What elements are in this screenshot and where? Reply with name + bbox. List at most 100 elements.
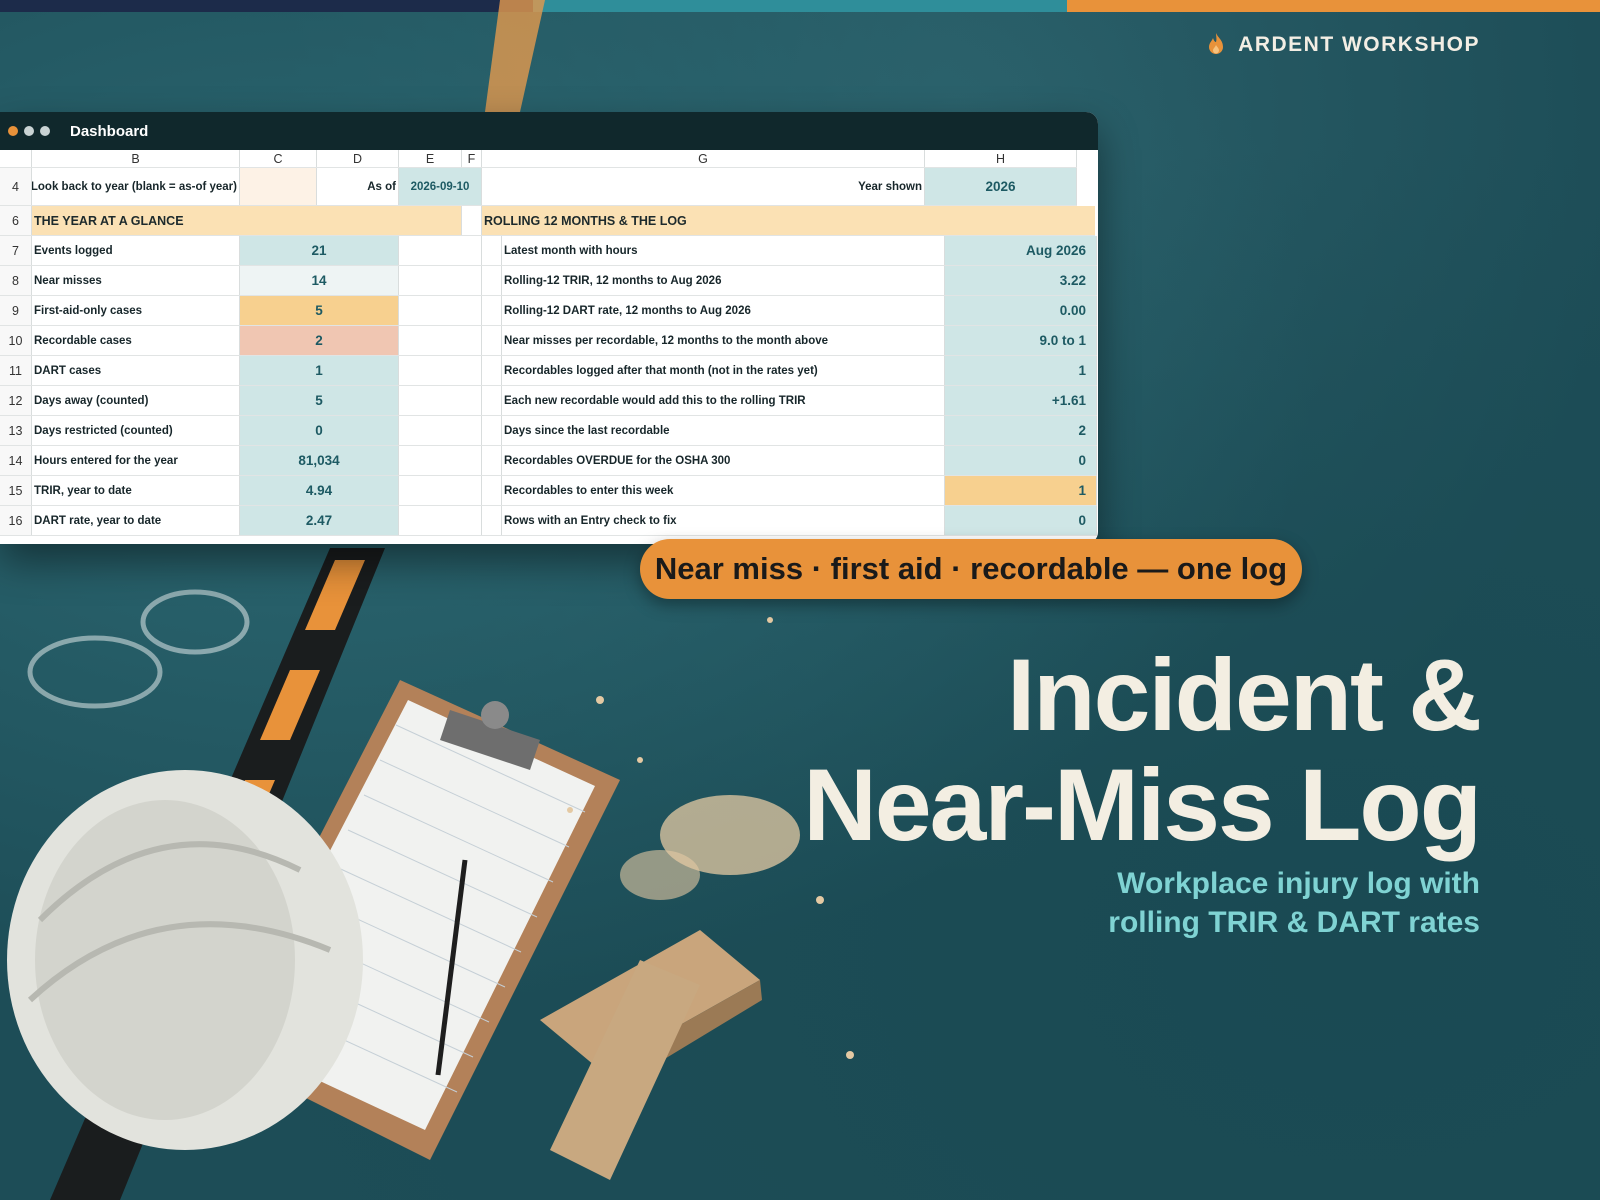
row-6: 6 THE YEAR AT A GLANCE ROLLING 12 MONTHS… xyxy=(0,206,1095,236)
window-titlebar[interactable]: Dashboard xyxy=(0,112,1098,150)
column-header-c[interactable]: C xyxy=(240,150,317,167)
metric-label: Hours entered for the year xyxy=(32,446,240,475)
empty-cell[interactable] xyxy=(399,506,482,535)
corner-cell[interactable] xyxy=(0,150,32,167)
section-rolling-12-months: ROLLING 12 MONTHS & THE LOG xyxy=(482,206,1095,235)
safety-glasses xyxy=(27,589,250,709)
year-shown-value[interactable]: 2026 xyxy=(925,168,1077,205)
rolling-metric-label: Recordables to enter this week xyxy=(502,476,945,505)
stripe-teal xyxy=(533,0,1067,12)
rolling-metric-label: Rolling-12 DART rate, 12 months to Aug 2… xyxy=(502,296,945,325)
lookback-year-input[interactable] xyxy=(240,168,317,205)
rolling-metric-label: Days since the last recordable xyxy=(502,416,945,445)
rolling-metric-value[interactable]: 1 xyxy=(945,476,1097,505)
row-number[interactable]: 16 xyxy=(0,506,32,535)
rolling-metric-label: Each new recordable would add this to th… xyxy=(502,386,945,415)
window-maximize-dot[interactable] xyxy=(40,126,50,136)
row-number[interactable]: 8 xyxy=(0,266,32,295)
metric-label: DART cases xyxy=(32,356,240,385)
stripe-orange xyxy=(1066,0,1600,12)
row-number[interactable]: 9 xyxy=(0,296,32,325)
table-row: 11 DART cases 1 Recordables logged after th… xyxy=(0,356,1097,386)
empty-cell[interactable] xyxy=(399,476,482,505)
window-title: Dashboard xyxy=(70,122,149,140)
column-header-d[interactable]: D xyxy=(317,150,399,167)
metric-label: DART rate, year to date xyxy=(32,506,240,535)
column-header-b[interactable]: B xyxy=(32,150,240,167)
column-header-g[interactable]: G xyxy=(482,150,925,167)
empty-cell[interactable] xyxy=(399,296,482,325)
column-header-row: B C D E F G H xyxy=(0,150,1077,168)
rolling-metric-value[interactable]: 3.22 xyxy=(945,266,1097,295)
row-number[interactable]: 7 xyxy=(0,236,32,265)
metric-value[interactable]: 5 xyxy=(240,386,399,415)
empty-cell[interactable] xyxy=(399,356,482,385)
row-number[interactable]: 10 xyxy=(0,326,32,355)
metric-label: TRIR, year to date xyxy=(32,476,240,505)
stripe-navy xyxy=(0,0,534,12)
spreadsheet-window[interactable]: Dashboard B C D E F G H 4 Look back to y… xyxy=(0,112,1098,544)
row-number[interactable]: 15 xyxy=(0,476,32,505)
rolling-metric-value[interactable]: 2 xyxy=(945,416,1097,445)
metric-value[interactable]: 14 xyxy=(240,266,399,295)
rolling-metric-value[interactable]: Aug 2026 xyxy=(945,236,1097,265)
row-number[interactable]: 4 xyxy=(0,168,32,205)
column-header-e[interactable]: E xyxy=(399,150,462,167)
brand-name: ARDENT WORKSHOP xyxy=(1238,33,1480,56)
table-row: 16 DART rate, year to date 2.47 Rows with a… xyxy=(0,506,1097,536)
metric-value[interactable]: 1 xyxy=(240,356,399,385)
rolling-metric-label: Near misses per recordable, 12 months to… xyxy=(502,326,945,355)
hard-hat xyxy=(7,770,363,1150)
column-header-h[interactable]: H xyxy=(925,150,1077,167)
rolling-metric-value[interactable]: 0 xyxy=(945,506,1097,535)
row-number[interactable]: 11 xyxy=(0,356,32,385)
rolling-metric-value[interactable]: 0 xyxy=(945,446,1097,475)
empty-cell[interactable] xyxy=(399,266,482,295)
brand: ARDENT WORKSHOP xyxy=(1204,32,1480,58)
as-of-value[interactable]: 2026-09-10 xyxy=(399,168,482,205)
spacer-cell xyxy=(482,236,502,265)
empty-cell[interactable] xyxy=(399,446,482,475)
empty-cell[interactable] xyxy=(399,326,482,355)
lookback-label: Look back to year (blank = as-of year) xyxy=(32,168,240,205)
table-row: 9 First-aid-only cases 5 Rolling-12 DART ra… xyxy=(0,296,1097,326)
table-row: 10 Recordable cases 2 Near misses per recor… xyxy=(0,326,1097,356)
window-minimize-dot[interactable] xyxy=(24,126,34,136)
table-row: 8 Near misses 14 Rolling-12 TRIR, 12 months… xyxy=(0,266,1097,296)
rolling-metric-value[interactable]: 9.0 to 1 xyxy=(945,326,1097,355)
row-number[interactable]: 13 xyxy=(0,416,32,445)
metric-value[interactable]: 81,034 xyxy=(240,446,399,475)
metric-value[interactable]: 4.94 xyxy=(240,476,399,505)
metric-value[interactable]: 0 xyxy=(240,416,399,445)
rolling-metric-label: Recordables logged after that month (not… xyxy=(502,356,945,385)
row-number[interactable]: 6 xyxy=(0,206,32,235)
metric-value[interactable]: 21 xyxy=(240,236,399,265)
rolling-metric-value[interactable]: 1 xyxy=(945,356,1097,385)
tagline-pill: Near miss · first aid · recordable — one… xyxy=(640,539,1302,599)
table-row: 15 TRIR, year to date 4.94 Recordables to e… xyxy=(0,476,1097,506)
metric-value[interactable]: 2.47 xyxy=(240,506,399,535)
spacer-cell xyxy=(482,266,502,295)
empty-cell[interactable] xyxy=(399,416,482,445)
empty-cell[interactable] xyxy=(399,236,482,265)
empty-cell[interactable] xyxy=(399,386,482,415)
column-header-f[interactable]: F xyxy=(462,150,482,167)
spacer-cell xyxy=(482,356,502,385)
rolling-metric-label: Recordables OVERDUE for the OSHA 300 xyxy=(502,446,945,475)
spacer-cell xyxy=(462,206,482,235)
metric-value[interactable]: 2 xyxy=(240,326,399,355)
wood-blocks xyxy=(540,930,762,1180)
metric-value[interactable]: 5 xyxy=(240,296,399,325)
table-row: 13 Days restricted (counted) 0 Days since t… xyxy=(0,416,1097,446)
metric-label: Recordable cases xyxy=(32,326,240,355)
hero-subtitle-line2: rolling TRIR & DART rates xyxy=(1108,906,1480,939)
rolling-metric-label: Latest month with hours xyxy=(502,236,945,265)
section-year-at-a-glance: THE YEAR AT A GLANCE xyxy=(32,206,462,235)
metric-label: First-aid-only cases xyxy=(32,296,240,325)
row-number[interactable]: 14 xyxy=(0,446,32,475)
window-close-dot[interactable] xyxy=(8,126,18,136)
row-number[interactable]: 12 xyxy=(0,386,32,415)
metric-label: Days away (counted) xyxy=(32,386,240,415)
rolling-metric-value[interactable]: 0.00 xyxy=(945,296,1097,325)
rolling-metric-value[interactable]: +1.61 xyxy=(945,386,1097,415)
